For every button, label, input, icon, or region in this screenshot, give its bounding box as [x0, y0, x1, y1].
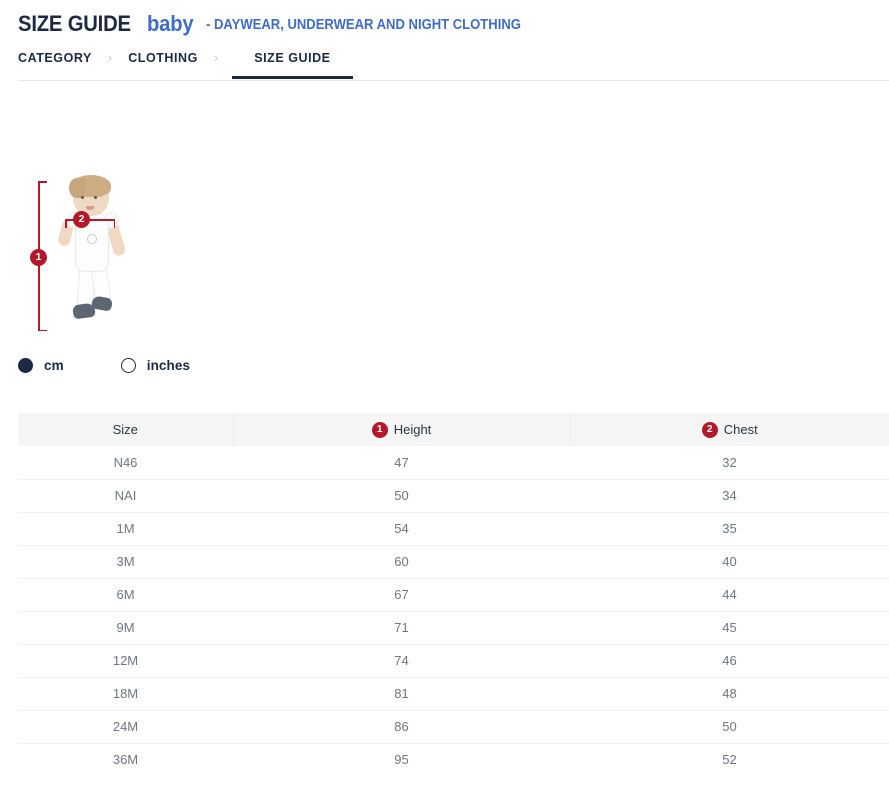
baby-figure-icon	[56, 176, 130, 328]
radio-cm[interactable]	[18, 358, 33, 373]
unit-option-cm[interactable]: cm	[18, 358, 64, 373]
table-row: 6M6744	[18, 578, 889, 611]
table-row: 18M8148	[18, 677, 889, 710]
cell-chest: 45	[570, 611, 889, 644]
column-header-chest-label: Chest	[724, 422, 758, 437]
baby-eye-right	[94, 196, 97, 199]
table-row: 12M7446	[18, 644, 889, 677]
cell-size: NAI	[18, 479, 233, 512]
chevron-right-icon: ›	[198, 48, 234, 66]
height-measure-cap-top	[38, 181, 47, 183]
column-header-height-label: Height	[394, 422, 432, 437]
baby-hair-fringe	[69, 178, 85, 198]
table-row: 1M5435	[18, 512, 889, 545]
table-header-row: Size 1 Height 2 Chest	[18, 413, 889, 446]
cell-chest: 35	[570, 512, 889, 545]
page-title-category: baby	[147, 13, 194, 35]
unit-selector: cm inches	[18, 358, 190, 373]
marker-badge-1-icon: 1	[372, 422, 388, 438]
cell-size: 1M	[18, 512, 233, 545]
cell-chest: 34	[570, 479, 889, 512]
cell-height: 95	[233, 743, 570, 776]
cell-height: 54	[233, 512, 570, 545]
cell-height: 60	[233, 545, 570, 578]
table-row: 24M8650	[18, 710, 889, 743]
marker-badge-1: 1	[30, 249, 47, 266]
table-row: N464732	[18, 446, 889, 479]
unit-label-cm: cm	[44, 358, 64, 373]
baby-illustration: 1 2	[18, 173, 168, 333]
unit-option-inches[interactable]: inches	[121, 358, 190, 373]
chest-measure-tick-left	[65, 219, 67, 228]
cell-size: 12M	[18, 644, 233, 677]
cell-chest: 50	[570, 710, 889, 743]
table-row: NAI5034	[18, 479, 889, 512]
page-title-subtitle: - DAYWEAR, UNDERWEAR AND NIGHT CLOTHING	[206, 18, 521, 33]
cell-size: 9M	[18, 611, 233, 644]
column-header-size: Size	[18, 413, 233, 446]
table-row: 36M9552	[18, 743, 889, 776]
radio-inches[interactable]	[121, 358, 136, 373]
table-header: Size 1 Height 2 Chest	[18, 413, 889, 446]
page-header: SIZE GUIDE baby - DAYWEAR, UNDERWEAR AND…	[0, 0, 889, 35]
cell-chest: 44	[570, 578, 889, 611]
size-guide-table: Size 1 Height 2 Chest N464732NAI50341M54…	[18, 413, 889, 776]
cell-height: 47	[233, 446, 570, 479]
breadcrumb: CATEGORY › CLOTHING › SIZE GUIDE	[18, 48, 889, 81]
cell-height: 67	[233, 578, 570, 611]
marker-badge-2-icon: 2	[702, 422, 718, 438]
cell-height: 74	[233, 644, 570, 677]
column-header-height: 1 Height	[233, 413, 570, 446]
chevron-right-icon: ›	[92, 48, 128, 66]
cell-size: 6M	[18, 578, 233, 611]
cell-size: N46	[18, 446, 233, 479]
page-title-main: SIZE GUIDE	[18, 13, 131, 35]
unit-label-inches: inches	[147, 358, 190, 373]
breadcrumb-item-size-guide[interactable]: SIZE GUIDE	[232, 48, 352, 79]
cell-chest: 40	[570, 545, 889, 578]
cell-height: 86	[233, 710, 570, 743]
cell-size: 3M	[18, 545, 233, 578]
chest-measure-tick-right	[114, 219, 116, 228]
baby-eye-left	[81, 196, 84, 199]
table-row: 3M6040	[18, 545, 889, 578]
breadcrumb-item-category[interactable]: CATEGORY	[18, 48, 92, 76]
cell-size: 18M	[18, 677, 233, 710]
measurement-figure-area: 1 2	[0, 85, 889, 340]
cell-height: 50	[233, 479, 570, 512]
cell-chest: 52	[570, 743, 889, 776]
page-title: SIZE GUIDE baby - DAYWEAR, UNDERWEAR AND…	[18, 13, 889, 35]
baby-romper-snap	[87, 234, 97, 244]
table-row: 9M7145	[18, 611, 889, 644]
breadcrumb-item-clothing[interactable]: CLOTHING	[128, 48, 198, 76]
height-measure-cap-bottom	[38, 330, 47, 332]
baby-mouth	[86, 206, 94, 210]
cell-chest: 48	[570, 677, 889, 710]
cell-height: 81	[233, 677, 570, 710]
cell-chest: 46	[570, 644, 889, 677]
cell-chest: 32	[570, 446, 889, 479]
column-header-chest: 2 Chest	[570, 413, 889, 446]
cell-height: 71	[233, 611, 570, 644]
table-body: N464732NAI50341M54353M60406M67449M714512…	[18, 446, 889, 776]
cell-size: 24M	[18, 710, 233, 743]
column-header-size-label: Size	[113, 422, 138, 437]
marker-badge-2: 2	[73, 211, 90, 228]
cell-size: 36M	[18, 743, 233, 776]
